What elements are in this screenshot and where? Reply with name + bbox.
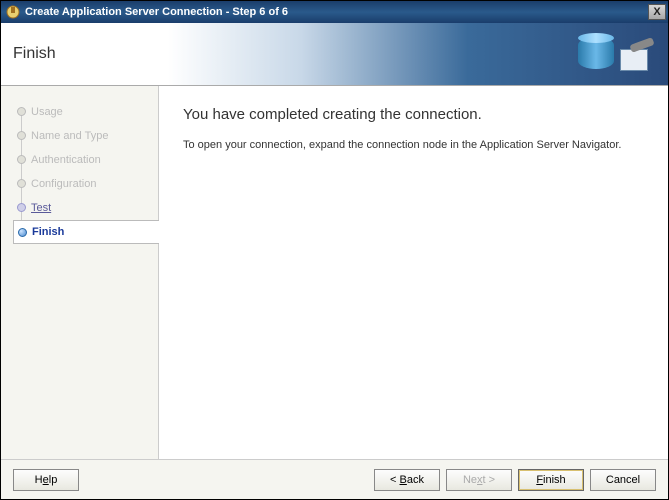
close-icon: X <box>653 6 660 18</box>
step-label: Name and Type <box>31 130 108 142</box>
cancel-button[interactable]: Cancel <box>590 469 656 491</box>
step-dot-icon <box>17 203 26 212</box>
step-dot-icon <box>17 107 26 116</box>
banner: Finish <box>1 23 668 86</box>
help-button[interactable]: Help <box>13 469 79 491</box>
wizard-window: Create Application Server Connection - S… <box>0 0 669 500</box>
completion-text: To open your connection, expand the conn… <box>183 139 644 151</box>
window-title: Create Application Server Connection - S… <box>25 6 648 18</box>
main-panel: You have completed creating the connecti… <box>159 86 668 459</box>
button-bar: Help < Back Next > Finish Cancel <box>1 459 668 499</box>
step-dot-icon <box>17 179 26 188</box>
step-label: Authentication <box>31 154 101 166</box>
finish-button[interactable]: Finish <box>518 469 584 491</box>
close-button[interactable]: X <box>648 4 666 20</box>
app-icon <box>5 4 21 20</box>
step-finish: Finish <box>13 220 159 244</box>
step-label: Usage <box>31 106 63 118</box>
step-label: Test <box>31 202 51 214</box>
step-name-and-type: Name and Type <box>13 124 158 148</box>
step-configuration: Configuration <box>13 172 158 196</box>
step-usage: Usage <box>13 100 158 124</box>
step-authentication: Authentication <box>13 148 158 172</box>
step-dot-icon <box>17 155 26 164</box>
step-dot-icon <box>17 131 26 140</box>
banner-heading: Finish <box>1 45 56 63</box>
completion-heading: You have completed creating the connecti… <box>183 106 644 123</box>
step-list: Usage Name and Type Authentication Confi… <box>1 100 158 244</box>
content-area: Usage Name and Type Authentication Confi… <box>1 86 668 459</box>
database-icon <box>578 37 614 69</box>
step-label: Finish <box>32 226 64 238</box>
step-dot-icon <box>18 228 27 237</box>
banner-graphic <box>578 31 648 79</box>
step-test[interactable]: Test <box>13 196 158 220</box>
back-button[interactable]: < Back <box>374 469 440 491</box>
title-bar: Create Application Server Connection - S… <box>1 1 668 23</box>
next-button: Next > <box>446 469 512 491</box>
server-icon <box>620 49 648 71</box>
step-label: Configuration <box>31 178 96 190</box>
step-sidebar: Usage Name and Type Authentication Confi… <box>1 86 159 459</box>
